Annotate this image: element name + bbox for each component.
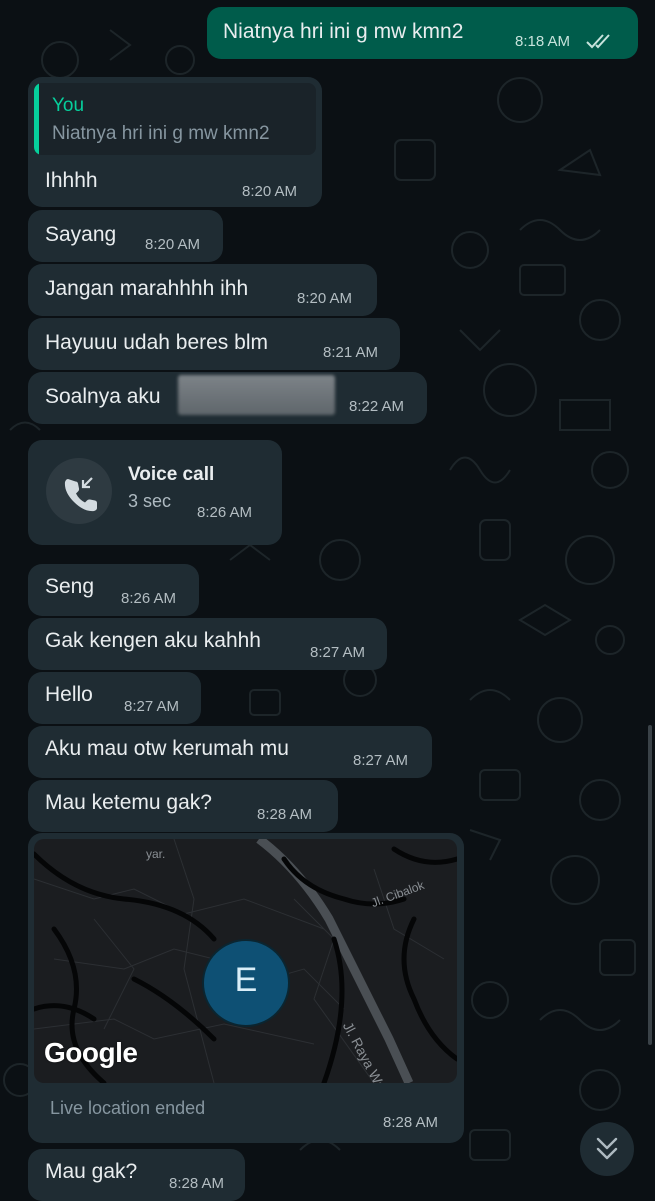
- message-text: Gak kengen aku kahhh: [45, 629, 261, 652]
- location-map[interactable]: yar. Jl. Cibalok Jl. Raya Wangun E Googl…: [34, 839, 457, 1083]
- scrollbar[interactable]: [648, 725, 652, 1045]
- incoming-message[interactable]: Mau ketemu gak? 8:28 AM: [28, 780, 338, 832]
- quoted-message[interactable]: You Niatnya hri ini g mw kmn2: [34, 83, 316, 155]
- call-title: Voice call: [128, 464, 215, 485]
- message-time: 8:27 AM: [310, 644, 366, 661]
- incoming-message[interactable]: Hayuuu udah beres blm 8:21 AM: [28, 318, 400, 370]
- message-text: Hello: [45, 683, 93, 706]
- contact-avatar: E: [202, 939, 290, 1027]
- incoming-message[interactable]: Mau gak? 8:28 AM: [28, 1149, 245, 1201]
- message-text: Ihhhh: [45, 169, 98, 192]
- message-time: 8:20 AM: [145, 236, 201, 253]
- message-time: 8:18 AM: [515, 33, 571, 50]
- message-time: 8:27 AM: [124, 698, 180, 715]
- message-time: 8:26 AM: [197, 504, 253, 521]
- incoming-message-reply[interactable]: You Niatnya hri ini g mw kmn2 Ihhhh 8:20…: [28, 77, 322, 207]
- redacted-content: [178, 375, 335, 415]
- message-time: 8:20 AM: [297, 290, 353, 307]
- message-time: 8:28 AM: [169, 1175, 225, 1192]
- map-label: yar.: [146, 847, 166, 861]
- incoming-message[interactable]: Soalnya aku 8:22 AM: [28, 372, 427, 424]
- double-check-icon: [586, 34, 610, 49]
- scroll-to-bottom-button[interactable]: [580, 1122, 634, 1176]
- message-time: 8:27 AM: [353, 752, 409, 769]
- quote-author: You: [52, 95, 85, 116]
- call-icon-circle: [46, 458, 112, 524]
- quote-text: Niatnya hri ini g mw kmn2: [52, 123, 270, 144]
- message-text: Sayang: [45, 223, 117, 246]
- double-chevron-down-icon: [596, 1137, 618, 1160]
- incoming-call-icon: [64, 477, 97, 512]
- incoming-message[interactable]: Gak kengen aku kahhh 8:27 AM: [28, 618, 387, 670]
- outgoing-message[interactable]: Niatnya hri ini g mw kmn2 8:18 AM: [207, 7, 638, 59]
- message-time: 8:28 AM: [383, 1114, 439, 1131]
- message-text: Niatnya hri ini g mw kmn2: [223, 20, 464, 43]
- google-logo: Google: [44, 1037, 138, 1068]
- incoming-message[interactable]: Aku mau otw kerumah mu 8:27 AM: [28, 726, 432, 778]
- message-text: Jangan marahhhh ihh: [45, 277, 249, 300]
- incoming-message[interactable]: Hello 8:27 AM: [28, 672, 201, 724]
- incoming-message[interactable]: Jangan marahhhh ihh 8:20 AM: [28, 264, 377, 316]
- call-duration: 3 sec: [128, 491, 172, 511]
- live-location-message[interactable]: yar. Jl. Cibalok Jl. Raya Wangun E Googl…: [28, 833, 464, 1143]
- message-time: 8:28 AM: [257, 806, 313, 823]
- message-time: 8:21 AM: [323, 344, 379, 361]
- message-text: Mau ketemu gak?: [45, 791, 212, 814]
- live-location-status: Live location ended: [50, 1098, 206, 1118]
- quote-accent-bar: [34, 83, 39, 155]
- incoming-message[interactable]: Seng 8:26 AM: [28, 564, 199, 616]
- message-text: Aku mau otw kerumah mu: [45, 737, 289, 760]
- message-time: 8:26 AM: [121, 590, 177, 607]
- message-text: Hayuuu udah beres blm: [45, 331, 268, 354]
- message-text: Mau gak?: [45, 1160, 138, 1183]
- avatar-letter: E: [234, 961, 258, 999]
- message-time: 8:20 AM: [242, 183, 298, 200]
- voice-call-message[interactable]: Voice call 3 sec 8:26 AM: [28, 440, 282, 545]
- message-time: 8:22 AM: [349, 398, 405, 415]
- message-text: Soalnya aku: [45, 385, 161, 408]
- message-text: Seng: [45, 575, 95, 598]
- incoming-message[interactable]: Sayang 8:20 AM: [28, 210, 223, 262]
